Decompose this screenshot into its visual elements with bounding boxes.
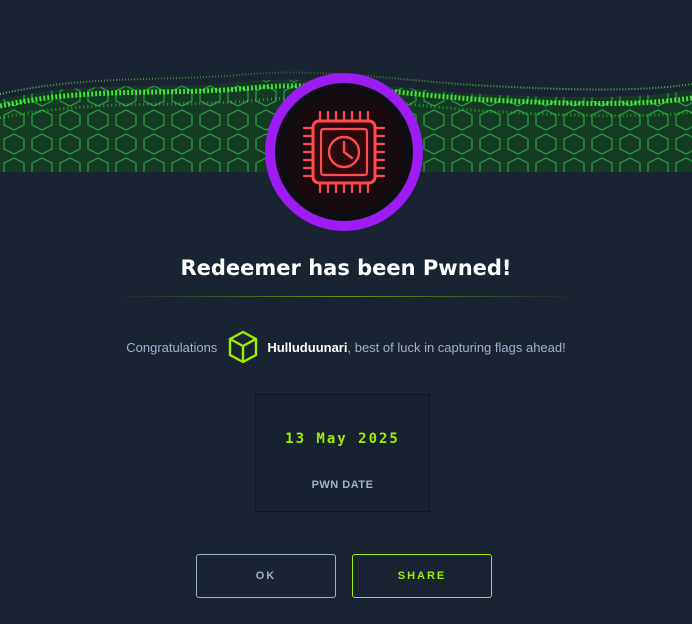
ok-button[interactable]: OK: [196, 554, 336, 598]
title-divider: [112, 296, 580, 297]
congrats-suffix: , best of luck in capturing flags ahead!: [347, 339, 566, 355]
pwn-date-card: 13 May 2025 PWN DATE: [255, 394, 430, 512]
congrats-prefix: Congratulations: [126, 339, 218, 355]
congrats-message: Congratulations Hulluduunari , best of l…: [0, 330, 692, 364]
green-cube-icon: [229, 330, 258, 364]
machine-badge: [265, 73, 423, 231]
pwn-date-label: PWN DATE: [311, 479, 374, 491]
machine-chip-clock-icon: [265, 73, 423, 231]
page-title: Redeemer has been Pwned!: [180, 256, 512, 280]
username-link[interactable]: Hulluduunari: [267, 340, 347, 355]
pwn-date-value: 13 May 2025: [285, 431, 400, 447]
share-button[interactable]: SHARE: [352, 554, 492, 598]
